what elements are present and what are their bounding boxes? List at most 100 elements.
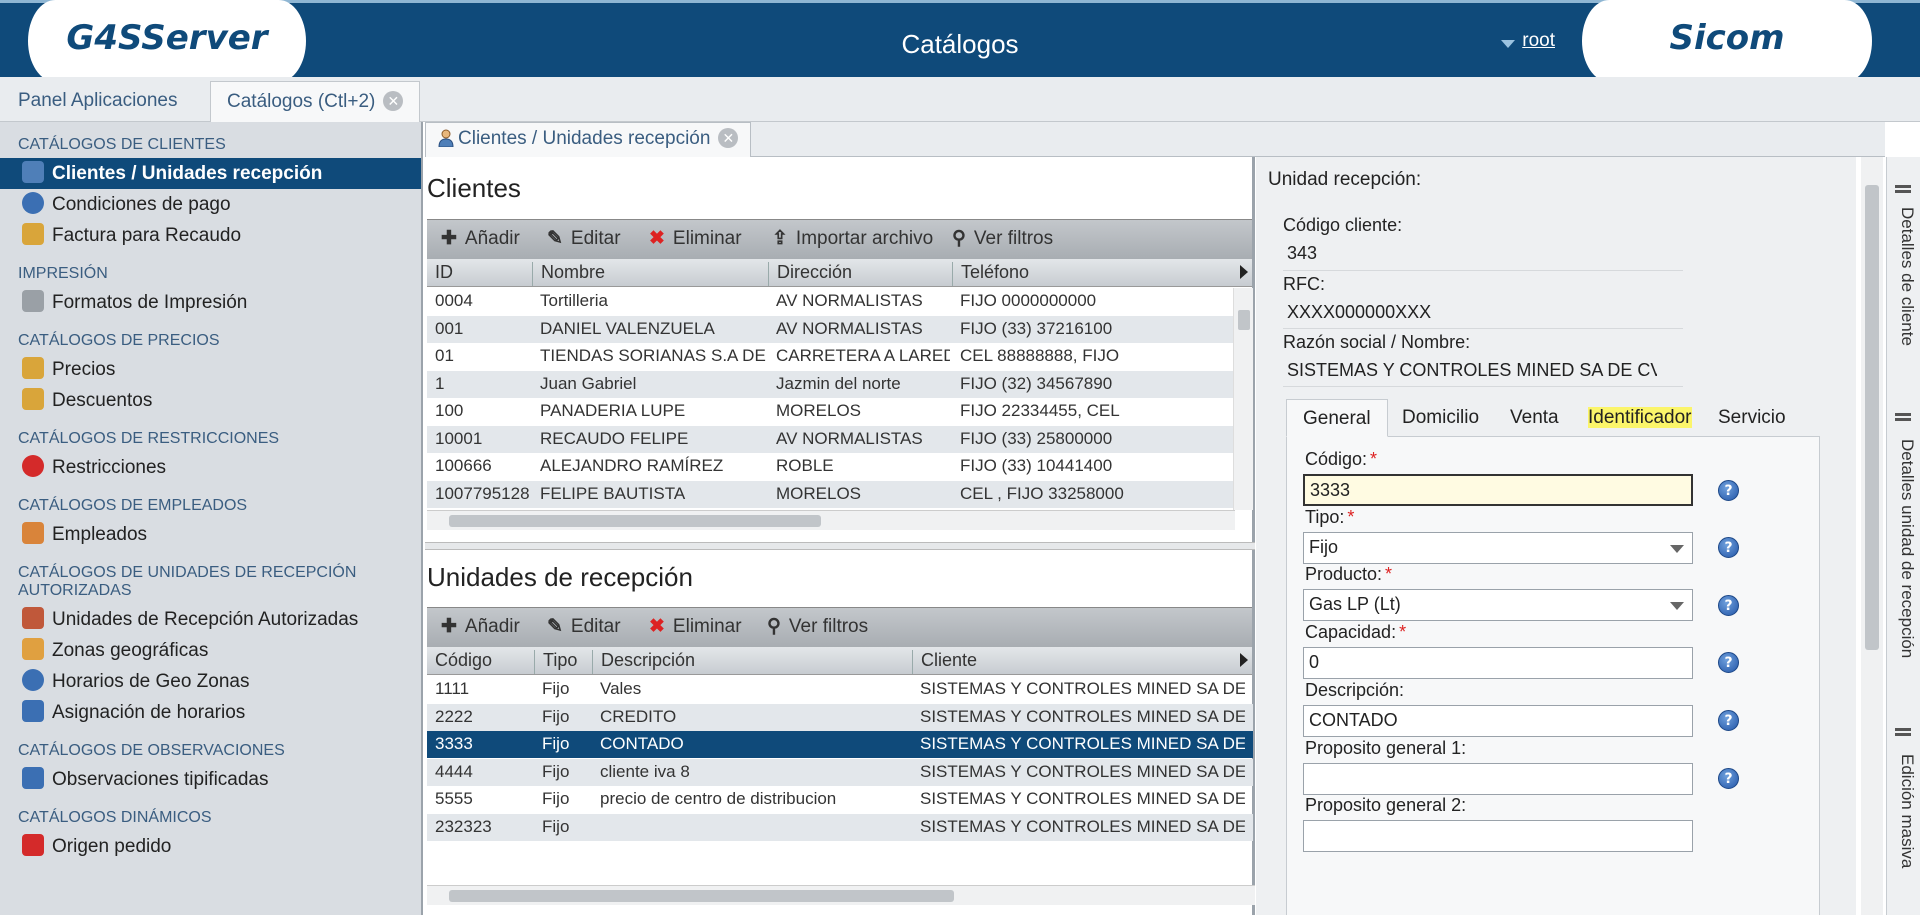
scroll-thumb[interactable] <box>1238 310 1250 330</box>
sidebar-item[interactable]: Clientes / Unidades recepción <box>0 158 421 189</box>
table-cell: Tortilleria <box>540 291 609 310</box>
codigo-field[interactable]: 3333 <box>1303 474 1693 506</box>
table-cell: FIJO 0000000000 <box>960 291 1097 310</box>
delete-button[interactable]: ✖ Eliminar <box>649 227 742 250</box>
table-cell: DANIEL VALENZUELA <box>540 318 715 338</box>
sidebar-item[interactable]: Condiciones de pago <box>0 189 421 220</box>
edit-button[interactable]: ✎ Editar <box>547 227 621 250</box>
scroll-thumb[interactable] <box>449 890 954 902</box>
detail-tabbar: General Domicilio Venta Identificador Se… <box>1286 399 1820 437</box>
units-icon <box>22 607 44 629</box>
import-file-button[interactable]: ⇪ Importar archivo <box>772 227 933 250</box>
sidebar-item-label: Zonas geográficas <box>52 640 209 661</box>
sidebar-item[interactable]: Horarios de Geo Zonas <box>0 666 421 697</box>
sidebar-item[interactable]: Formatos de Impresión <box>0 287 421 318</box>
table-row[interactable]: 3333 Fijo CONTADO SISTEMAS Y CONTROLES MINE… <box>427 731 1253 758</box>
sidebar-item[interactable]: Descuentos <box>0 385 421 416</box>
printer-icon <box>22 290 44 312</box>
sidebar-item[interactable]: Observaciones tipificadas <box>0 764 421 795</box>
table-row[interactable]: 4444 Fijo cliente iva 8 SISTEMAS Y CONTROLE… <box>427 758 1253 786</box>
sidebar-item[interactable]: Precios <box>0 354 421 385</box>
columns-scroll-right-icon[interactable] <box>1240 265 1248 279</box>
notes-icon <box>22 767 44 789</box>
table-row[interactable]: 0004 Tortilleria AV NORMALISTAS FIJO 000000… <box>427 288 1233 315</box>
side-tab-edicion-masiva[interactable]: Edición masiva <box>1891 754 1917 868</box>
descripcion-field[interactable]: CONTADO <box>1303 705 1693 737</box>
tab-identificador[interactable]: Identificador <box>1572 399 1708 437</box>
sidebar-item[interactable]: Origen pedido <box>0 831 421 862</box>
tab-catalogos[interactable]: Catálogos (Ctl+2) ✕ <box>210 81 421 122</box>
clientes-hscrollbar[interactable] <box>427 510 1235 530</box>
col-tipo[interactable]: Tipo <box>534 650 577 674</box>
table-row[interactable]: 001 DANIEL VALENZUELA AV NORMALISTAS FIJO (… <box>427 315 1233 343</box>
sidebar-item[interactable]: Empleados <box>0 519 421 550</box>
help-icon[interactable]: ? <box>1718 768 1739 789</box>
col-direccion[interactable]: Dirección <box>768 262 852 286</box>
col-cliente[interactable]: Cliente <box>912 650 977 674</box>
app-tabbar: Panel Aplicaciones Catálogos (Ctl+2) ✕ <box>0 77 1920 122</box>
sidebar-item[interactable]: Unidades de Recepción Autorizadas <box>0 604 421 635</box>
close-tab-icon[interactable]: ✕ <box>383 91 404 111</box>
capacidad-field[interactable]: 0 <box>1303 647 1693 679</box>
user-link[interactable]: root <box>1522 30 1555 52</box>
tipo-select[interactable]: Fijo <box>1303 532 1693 564</box>
col-descripcion[interactable]: Descripción <box>592 650 695 674</box>
scroll-thumb[interactable] <box>1865 185 1879 650</box>
producto-select[interactable]: Gas LP (Lt) <box>1303 589 1693 621</box>
columns-scroll-right-icon[interactable] <box>1240 653 1248 667</box>
sidebar-item[interactable]: Zonas geográficas <box>0 635 421 666</box>
sidebar-item-label: Empleados <box>52 524 148 545</box>
view-filters-button[interactable]: ⚲ Ver filtros <box>952 227 1053 250</box>
edit-button[interactable]: ✎ Editar <box>547 615 621 638</box>
table-row[interactable]: 01 TIENDAS SORIANAS S.A DE C.V. CARRETERA … <box>427 343 1233 370</box>
table-row[interactable]: 2222 Fijo CREDITO SISTEMAS Y CONTROLES MINE… <box>427 703 1253 731</box>
help-icon[interactable]: ? <box>1718 652 1739 673</box>
sidebar-item[interactable]: Restricciones <box>0 452 421 483</box>
add-button[interactable]: ✚ Añadir <box>441 615 520 638</box>
proposito-general-2-field[interactable] <box>1303 820 1693 852</box>
help-icon[interactable]: ? <box>1718 710 1739 731</box>
panel-splitter[interactable] <box>425 542 1255 550</box>
table-row[interactable]: 100 PANADERIA LUPE MORELOS FIJO 22334455, C… <box>427 398 1233 425</box>
tab-general[interactable]: General <box>1286 399 1388 437</box>
view-filters-button[interactable]: ⚲ Ver filtros <box>767 615 868 638</box>
table-row[interactable]: 100666 ALEJANDRO RAMÍREZ ROBLE FIJO (33) 10… <box>427 453 1233 480</box>
user-menu-caret-icon[interactable] <box>1501 40 1515 48</box>
table-row[interactable]: 1 Juan Gabriel Jazmin del norte FIJO (32) 3… <box>427 370 1233 398</box>
tab-panel-aplicaciones[interactable]: Panel Aplicaciones <box>2 81 194 122</box>
sidebar-item[interactable]: Asignación de horarios <box>0 697 421 728</box>
side-tab-detalles-unidad[interactable]: Detalles unidad de recepción <box>1891 439 1917 658</box>
unidades-hscrollbar[interactable] <box>427 885 1255 905</box>
help-icon[interactable]: ? <box>1718 480 1739 501</box>
clientes-vscrollbar[interactable] <box>1233 288 1253 510</box>
table-row[interactable]: 1007795128 FELIPE BAUTISTA MORELOS CEL , FI… <box>427 480 1233 508</box>
col-telefono[interactable]: Teléfono <box>952 262 1029 286</box>
col-codigo[interactable]: Código <box>427 650 492 674</box>
table-row[interactable]: 232323 Fijo SISTEMAS Y CONTROLES MINED SA … <box>427 813 1253 841</box>
add-button[interactable]: ✚ Añadir <box>441 227 520 250</box>
general-form: Código: * 3333 ? Tipo: * Fijo ? Producto: *… <box>1286 437 1820 915</box>
help-icon[interactable]: ? <box>1718 537 1739 558</box>
side-tab-detalles-cliente[interactable]: Detalles de cliente <box>1891 207 1917 346</box>
help-icon[interactable]: ? <box>1718 595 1739 616</box>
col-id[interactable]: ID <box>427 262 453 286</box>
table-row[interactable]: 10001 RECAUDO FELIPE AV NORMALISTAS FIJO (3… <box>427 425 1233 453</box>
proposito-general-1-field[interactable] <box>1303 763 1693 795</box>
tab-clientes-unidades[interactable]: Clientes / Unidades recepción ✕ <box>425 122 752 157</box>
delete-button[interactable]: ✖ Eliminar <box>649 615 742 638</box>
sidebar-item-label: Factura para Recaudo <box>52 225 242 246</box>
tab-domicilio[interactable]: Domicilio <box>1386 399 1495 437</box>
tab-servicio[interactable]: Servicio <box>1702 399 1802 437</box>
tab-venta[interactable]: Venta <box>1494 399 1575 437</box>
table-cell: 1 <box>435 373 445 393</box>
table-row[interactable]: 5555 Fijo precio de centro de distribucion… <box>427 786 1253 813</box>
close-tab-icon[interactable]: ✕ <box>718 128 739 148</box>
unidades-grid-header: Código Tipo Descripción Cliente <box>427 647 1252 675</box>
unidades-toolbar: ✚ Añadir ✎ Editar ✖ Eliminar ⚲ Ver filtros <box>427 607 1252 647</box>
table-row[interactable]: 1111 Fijo Vales SISTEMAS Y CONTROLES MINED … <box>427 676 1253 703</box>
scroll-thumb[interactable] <box>449 515 821 527</box>
detail-vscrollbar[interactable] <box>1861 157 1883 915</box>
import-label: Importar archivo <box>795 228 934 249</box>
sidebar-item[interactable]: Factura para Recaudo <box>0 220 421 251</box>
col-nombre[interactable]: Nombre <box>532 262 605 286</box>
